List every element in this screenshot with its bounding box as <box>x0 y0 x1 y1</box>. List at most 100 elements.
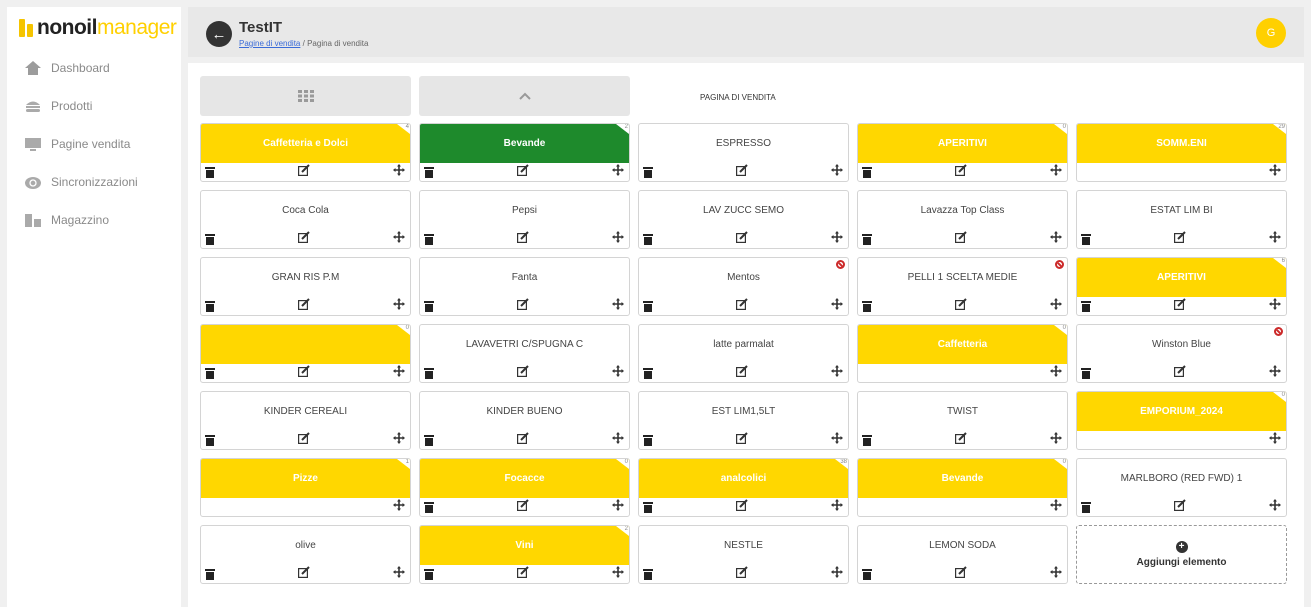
trash-icon[interactable] <box>1081 234 1091 245</box>
add-element-button[interactable]: + Aggiungi elemento <box>1076 525 1287 584</box>
trash-icon[interactable] <box>862 234 872 245</box>
edit-icon[interactable] <box>736 566 748 580</box>
edit-icon[interactable] <box>955 432 967 446</box>
sale-item-card[interactable]: analcolici 38 <box>638 458 849 517</box>
move-icon[interactable] <box>612 231 624 245</box>
move-icon[interactable] <box>612 432 624 446</box>
trash-icon[interactable] <box>643 167 653 178</box>
move-icon[interactable] <box>831 499 843 513</box>
trash-icon[interactable] <box>424 502 434 513</box>
trash-icon[interactable] <box>643 234 653 245</box>
edit-icon[interactable] <box>298 365 310 379</box>
sale-item-card[interactable]: latte parmalat <box>638 324 849 383</box>
sale-item-card[interactable]: KINDER CEREALI <box>200 391 411 450</box>
trash-icon[interactable] <box>205 234 215 245</box>
move-icon[interactable] <box>1269 164 1281 178</box>
move-icon[interactable] <box>393 499 405 513</box>
edit-icon[interactable] <box>955 164 967 178</box>
trash-icon[interactable] <box>424 435 434 446</box>
edit-icon[interactable] <box>736 164 748 178</box>
trash-icon[interactable] <box>643 368 653 379</box>
sale-item-card[interactable]: Bevande 2 <box>419 123 630 182</box>
move-icon[interactable] <box>1050 164 1062 178</box>
move-icon[interactable] <box>393 164 405 178</box>
move-icon[interactable] <box>612 566 624 580</box>
sidebar-item-sincronizzazioni[interactable]: Sincronizzazioni <box>7 163 181 201</box>
sale-item-card[interactable]: APERITIVI 6 <box>1076 257 1287 316</box>
trash-icon[interactable] <box>424 234 434 245</box>
move-icon[interactable] <box>1269 231 1281 245</box>
brand-logo[interactable]: nonoil manager <box>7 7 181 49</box>
sale-item-card[interactable]: Focacce 0 <box>419 458 630 517</box>
edit-icon[interactable] <box>517 298 529 312</box>
move-icon[interactable] <box>831 566 843 580</box>
move-icon[interactable] <box>1050 432 1062 446</box>
sale-item-card[interactable]: KINDER BUENO <box>419 391 630 450</box>
sale-item-card[interactable]: Caffetteria e Dolci 4 <box>200 123 411 182</box>
trash-icon[interactable] <box>643 301 653 312</box>
move-icon[interactable] <box>393 231 405 245</box>
sale-item-card[interactable]: MARLBORO (RED FWD) 1 <box>1076 458 1287 517</box>
edit-icon[interactable] <box>955 298 967 312</box>
edit-icon[interactable] <box>736 231 748 245</box>
trash-icon[interactable] <box>424 569 434 580</box>
move-icon[interactable] <box>831 298 843 312</box>
sale-item-card[interactable]: TWIST <box>857 391 1068 450</box>
move-icon[interactable] <box>1269 298 1281 312</box>
parent-level-button[interactable] <box>419 76 630 116</box>
sale-item-card[interactable]: PELLI 1 SCELTA MEDIE <box>857 257 1068 316</box>
sale-item-card[interactable]: EMPORIUM_2024 0 <box>1076 391 1287 450</box>
edit-icon[interactable] <box>298 566 310 580</box>
edit-icon[interactable] <box>1174 298 1186 312</box>
trash-icon[interactable] <box>205 435 215 446</box>
sidebar-item-pagine-vendita[interactable]: Pagine vendita <box>7 125 181 163</box>
sale-item-card[interactable]: Pizze 1 <box>200 458 411 517</box>
edit-icon[interactable] <box>1174 499 1186 513</box>
edit-icon[interactable] <box>517 164 529 178</box>
move-icon[interactable] <box>1050 365 1062 379</box>
trash-icon[interactable] <box>862 301 872 312</box>
edit-icon[interactable] <box>736 499 748 513</box>
edit-icon[interactable] <box>955 231 967 245</box>
sale-item-card[interactable]: Winston Blue <box>1076 324 1287 383</box>
sale-item-card[interactable]: olive <box>200 525 411 584</box>
edit-icon[interactable] <box>298 231 310 245</box>
trash-icon[interactable] <box>205 569 215 580</box>
trash-icon[interactable] <box>862 167 872 178</box>
trash-icon[interactable] <box>862 435 872 446</box>
sale-item-card[interactable]: Bevande 0 <box>857 458 1068 517</box>
sale-item-card[interactable]: EST LIM1,5LT <box>638 391 849 450</box>
move-icon[interactable] <box>393 298 405 312</box>
edit-icon[interactable] <box>736 365 748 379</box>
move-icon[interactable] <box>831 231 843 245</box>
sale-item-card[interactable]: Mentos <box>638 257 849 316</box>
edit-icon[interactable] <box>298 298 310 312</box>
trash-icon[interactable] <box>1081 301 1091 312</box>
sidebar-item-dashboard[interactable]: Dashboard <box>7 49 181 87</box>
trash-icon[interactable] <box>424 167 434 178</box>
edit-icon[interactable] <box>298 164 310 178</box>
move-icon[interactable] <box>1050 566 1062 580</box>
sale-item-card[interactable]: GRAN RIS P.M <box>200 257 411 316</box>
user-avatar[interactable]: G <box>1256 18 1286 48</box>
move-icon[interactable] <box>612 365 624 379</box>
trash-icon[interactable] <box>424 301 434 312</box>
move-icon[interactable] <box>612 164 624 178</box>
sale-item-card[interactable]: Pepsi <box>419 190 630 249</box>
back-button[interactable]: ← <box>206 21 232 47</box>
edit-icon[interactable] <box>1174 231 1186 245</box>
sale-item-card[interactable]: ESPRESSO <box>638 123 849 182</box>
edit-icon[interactable] <box>955 566 967 580</box>
move-icon[interactable] <box>1050 499 1062 513</box>
edit-icon[interactable] <box>517 566 529 580</box>
trash-icon[interactable] <box>424 368 434 379</box>
sale-item-card[interactable]: Vini 2 <box>419 525 630 584</box>
sale-item-card[interactable]: SOMM.ENI 29 <box>1076 123 1287 182</box>
edit-icon[interactable] <box>517 365 529 379</box>
edit-icon[interactable] <box>736 298 748 312</box>
sale-item-card[interactable]: Lavazza Top Class <box>857 190 1068 249</box>
sale-item-card[interactable]: LEMON SODA <box>857 525 1068 584</box>
trash-icon[interactable] <box>205 301 215 312</box>
move-icon[interactable] <box>1050 298 1062 312</box>
edit-icon[interactable] <box>517 432 529 446</box>
